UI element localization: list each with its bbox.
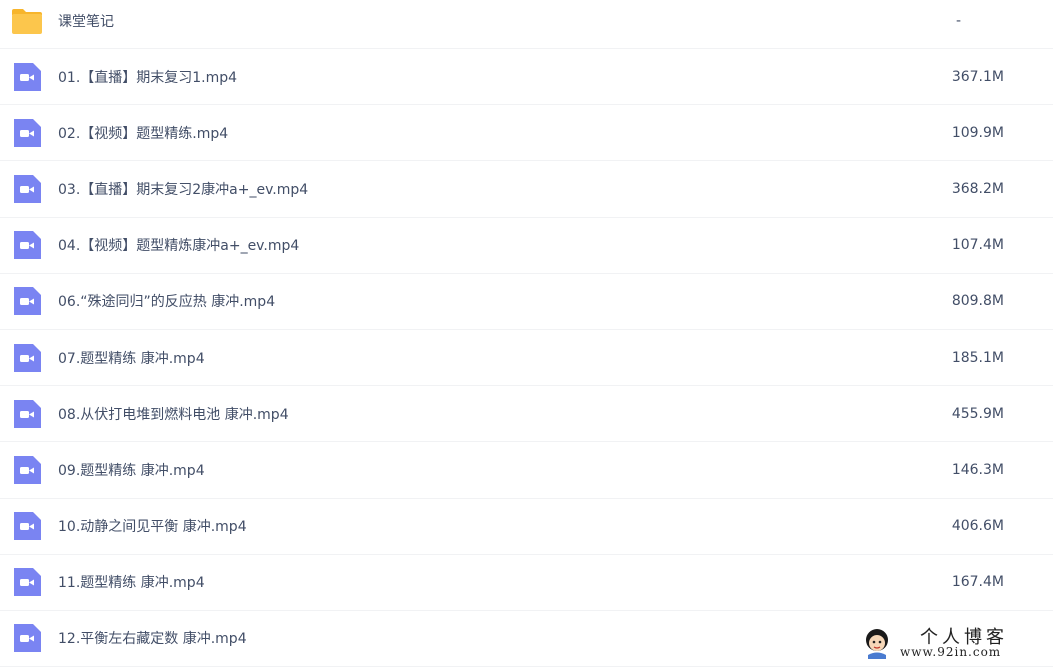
list-item[interactable]: 10.动静之间见平衡 康冲.mp4 406.6M	[0, 499, 1053, 555]
folder-icon	[11, 5, 43, 37]
list-item[interactable]: 课堂笔记 -	[0, 0, 1053, 49]
file-name[interactable]: 08.从伏打电堆到燃料电池 康冲.mp4	[58, 404, 289, 424]
file-name[interactable]: 09.题型精练 康冲.mp4	[58, 460, 205, 480]
list-item[interactable]: 08.从伏打电堆到燃料电池 康冲.mp4 455.9M	[0, 386, 1053, 443]
watermark-url: www.92in.com	[900, 645, 1002, 659]
file-name[interactable]: 12.平衡左右藏定数 康冲.mp4	[58, 628, 247, 648]
file-name[interactable]: 04.【视频】题型精炼康冲a+_ev.mp4	[58, 235, 299, 255]
video-file-icon	[11, 229, 43, 261]
file-size: 809.8M	[951, 293, 1004, 310]
file-name[interactable]: 01.【直播】期末复习1.mp4	[58, 67, 237, 87]
video-file-icon	[11, 61, 43, 93]
video-file-icon	[11, 566, 43, 598]
video-file-icon	[11, 342, 43, 374]
video-file-icon	[11, 117, 43, 149]
list-item[interactable]: 02.【视频】题型精练.mp4 109.9M	[0, 105, 1053, 162]
file-size: 455.9M	[951, 405, 1004, 422]
file-size: 107.4M	[951, 237, 1004, 254]
list-item[interactable]: 11.题型精练 康冲.mp4 167.4M	[0, 555, 1053, 611]
list-item[interactable]: 07.题型精练 康冲.mp4 185.1M	[0, 330, 1053, 387]
list-item[interactable]: 03.【直播】期末复习2康冲a+_ev.mp4 368.2M	[0, 161, 1053, 218]
file-size: 109.9M	[951, 124, 1004, 141]
list-item[interactable]: 06.“殊途同归”的反应热 康冲.mp4 809.8M	[0, 274, 1053, 330]
file-name[interactable]: 02.【视频】题型精练.mp4	[58, 123, 228, 143]
list-item[interactable]: 01.【直播】期末复习1.mp4 367.1M	[0, 49, 1053, 106]
avatar	[862, 626, 892, 659]
file-size: 368.2M	[951, 180, 1004, 197]
list-item[interactable]: 04.【视频】题型精炼康冲a+_ev.mp4 107.4M	[0, 218, 1053, 274]
watermark: 个人博客 www.92in.com	[860, 624, 1050, 662]
video-file-icon	[11, 622, 43, 654]
video-file-icon	[11, 510, 43, 542]
video-file-icon	[11, 454, 43, 486]
file-name[interactable]: 07.题型精练 康冲.mp4	[58, 348, 205, 368]
file-size: 146.3M	[951, 461, 1004, 478]
video-file-icon	[11, 398, 43, 430]
video-file-icon	[11, 173, 43, 205]
file-name[interactable]: 03.【直播】期末复习2康冲a+_ev.mp4	[58, 179, 308, 199]
file-name[interactable]: 10.动静之间见平衡 康冲.mp4	[58, 516, 247, 536]
file-list: 课堂笔记 - 01.【直播】期末复习1.mp4 367.1M 02.【视频】题型…	[0, 0, 1053, 667]
file-size: 185.1M	[951, 349, 1004, 366]
video-file-icon	[11, 285, 43, 317]
file-size: 167.4M	[951, 574, 1004, 591]
file-name[interactable]: 06.“殊途同归”的反应热 康冲.mp4	[58, 291, 275, 311]
file-size: 406.6M	[951, 518, 1004, 535]
file-name[interactable]: 课堂笔记	[58, 11, 114, 31]
file-name[interactable]: 11.题型精练 康冲.mp4	[58, 572, 205, 592]
list-item[interactable]: 09.题型精练 康冲.mp4 146.3M	[0, 442, 1053, 499]
file-size: -	[955, 13, 961, 29]
file-size: 367.1M	[951, 68, 1004, 85]
